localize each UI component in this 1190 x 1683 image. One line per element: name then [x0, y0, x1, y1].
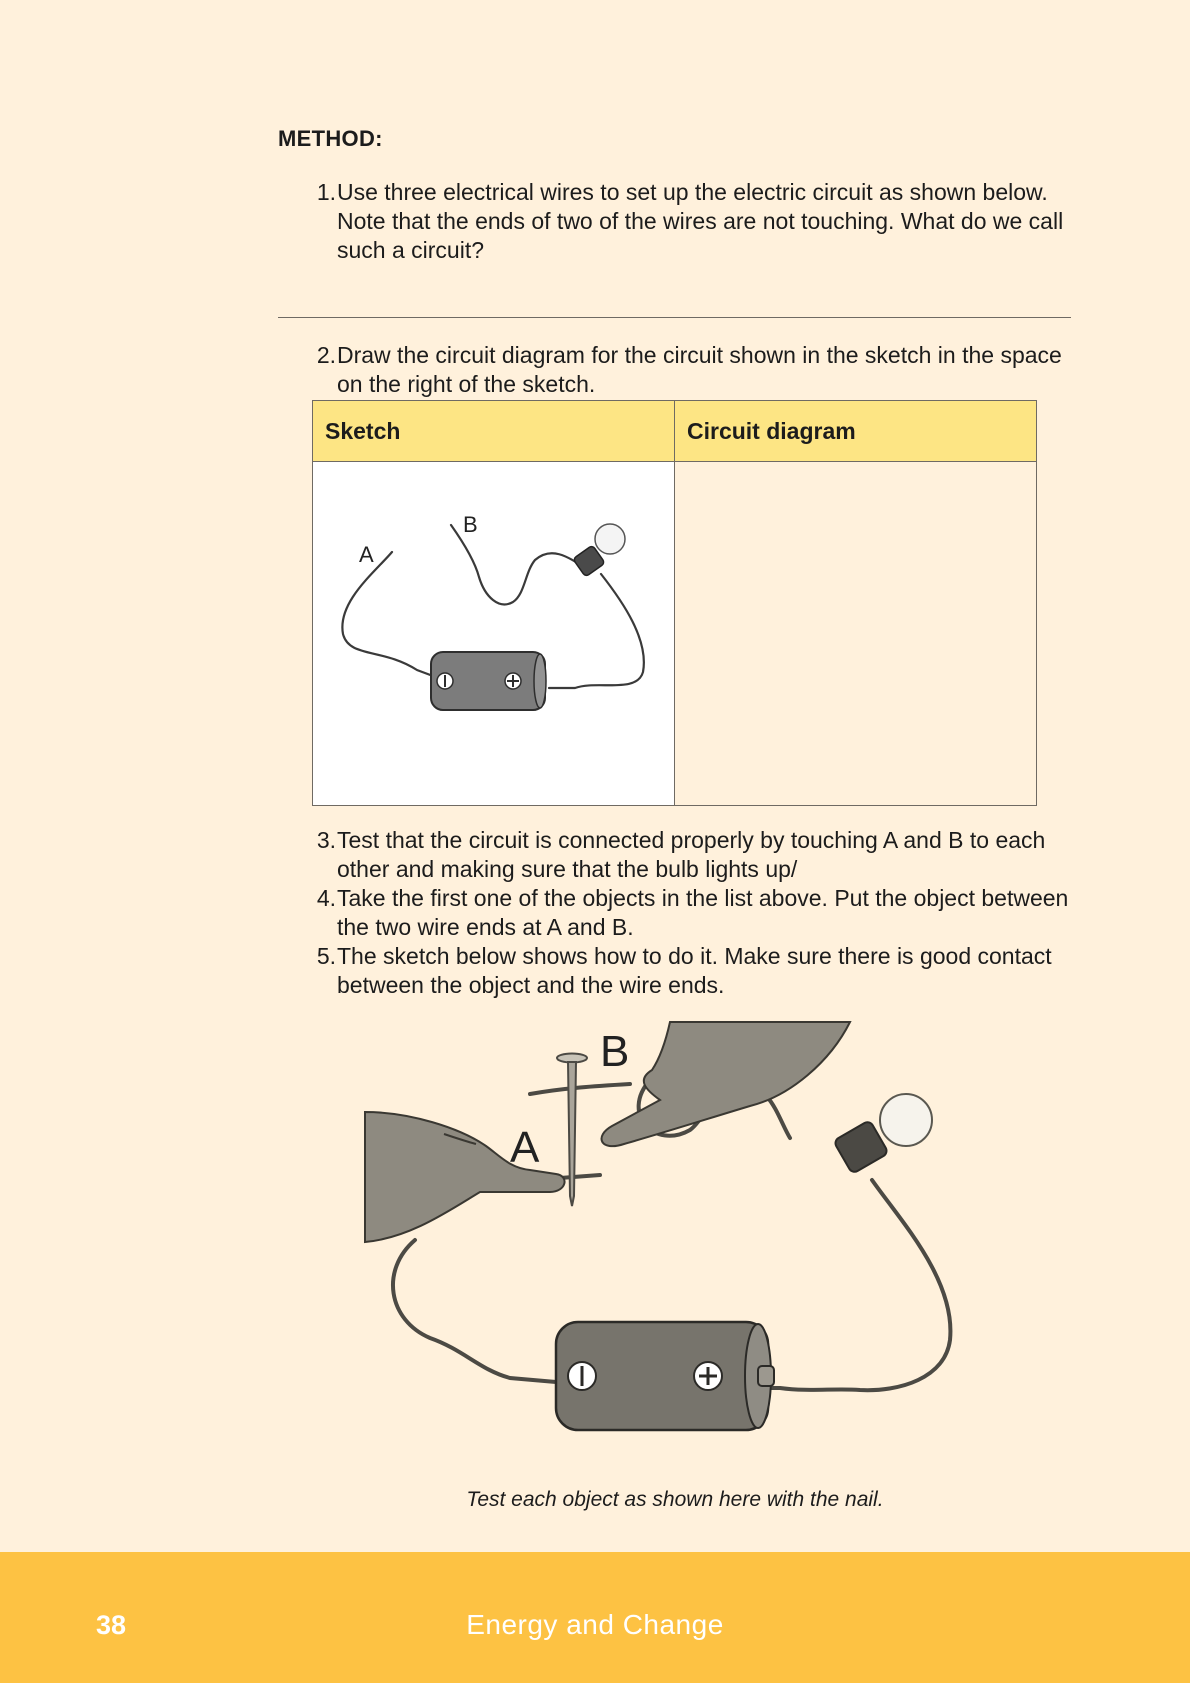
- page-footer: 38 Energy and Change: [0, 1552, 1190, 1683]
- right-hand-icon: [600, 1021, 852, 1147]
- book-title: Energy and Change: [466, 1609, 724, 1640]
- illustration-caption: Test each object as shown here with the …: [466, 1488, 884, 1511]
- open-circuit-sketch: A B: [341, 512, 645, 711]
- method-step-2: 2. Draw the circuit diagram for the circ…: [300, 341, 1080, 399]
- circuit-diagram-answer-space: [674, 461, 1037, 806]
- sketch-table: Sketch Circuit diagram A B: [312, 400, 1037, 806]
- step-number: 1.: [316, 179, 336, 205]
- sketch-cell: A B: [312, 461, 675, 806]
- battery: [554, 1320, 775, 1432]
- method-step-3: 3. Test that the circuit is connected pr…: [300, 826, 1080, 884]
- wire-a: [341, 550, 435, 678]
- step-text: Take the first one of the objects in the…: [337, 885, 1069, 940]
- wire-c: [756, 1178, 953, 1393]
- step-number: 5.: [316, 943, 336, 969]
- wire-c: [547, 572, 645, 690]
- nail-test-illustration: A B: [364, 1021, 953, 1432]
- light-bulb-icon: [834, 1093, 933, 1173]
- answer-line: [278, 317, 1071, 318]
- wire-a: [390, 1238, 558, 1384]
- method-step-5: 5. The sketch below shows how to do it. …: [300, 942, 1080, 1000]
- light-bulb-icon: [573, 523, 626, 577]
- method-step-1: 1. Use three electrical wires to set up …: [300, 178, 1080, 265]
- circuit-diagram-column-header: Circuit diagram: [674, 400, 1037, 462]
- step-text: Test that the circuit is connected prope…: [337, 827, 1046, 882]
- step-text: Draw the circuit diagram for the circuit…: [337, 342, 1062, 397]
- method-heading: METHOD:: [278, 126, 383, 151]
- method-step-4: 4. Take the first one of the objects in …: [300, 884, 1080, 942]
- illustration-label-a: A: [510, 1123, 540, 1172]
- sketch-column-header: Sketch: [312, 400, 675, 462]
- step-number: 4.: [316, 885, 336, 911]
- battery: [430, 651, 547, 711]
- sketch-label-b: B: [463, 512, 478, 537]
- illustration-label-b: B: [600, 1027, 629, 1076]
- wire-end-b: [528, 1082, 632, 1096]
- step-text: The sketch below shows how to do it. Mak…: [337, 943, 1052, 998]
- step-text: Use three electrical wires to set up the…: [337, 179, 1064, 263]
- sketch-label-a: A: [359, 542, 374, 567]
- step-number: 2.: [316, 342, 336, 368]
- step-number: 3.: [316, 827, 336, 853]
